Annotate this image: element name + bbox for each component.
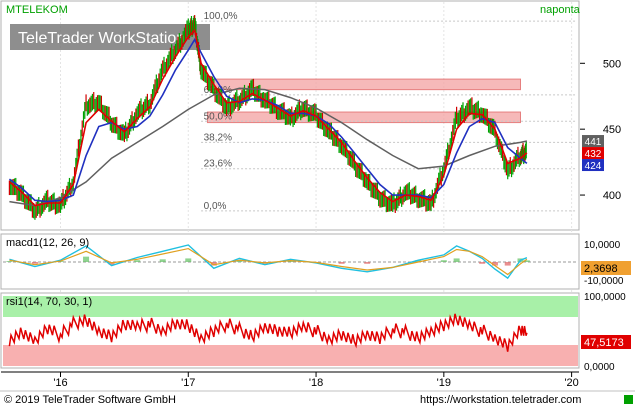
rsi-y-axis: 100,0000 0,0000 47,5173 [581,292,631,373]
macd-hist-bar [453,258,460,262]
macd-hist-bar [31,262,38,264]
fib-label: 23,6% [204,159,232,170]
macd-y-axis: 10,0000 -10,00002,3698 [581,240,631,287]
macd-hist-bar [83,256,90,262]
rsi-tick-label: 100,0000 [584,292,626,303]
last-value-label: 441 [585,137,602,148]
macd-hist-bar [364,262,371,264]
price-tick-label: 400 [603,190,621,202]
x-tick-label: '19 [437,377,451,389]
price-tick-label: 500 [603,58,621,70]
macd-hist-bar [159,259,166,262]
watermark-text: TeleTrader WorkStation [18,30,185,47]
rsi-title: rsi1(14, 70, 30, 1) [6,296,92,308]
brand-square-icon [624,395,633,404]
footer-url: https://workstation.teletrader.com [420,394,581,406]
x-tick-label: '18 [309,377,323,389]
period-label: naponta [540,4,581,16]
last-value-label: 424 [585,161,602,172]
macd-hist-bar [504,262,511,266]
macd-hist-bar [440,260,447,262]
x-axis: '16 '17 '18 '19 '20 [1,371,579,389]
macd-tick-label: -10,0000 [584,276,624,287]
macd-hist-bar [338,262,345,264]
macd-hist-bar [134,260,141,262]
rsi-tick-label: 0,0000 [584,362,615,373]
macd-hist-bar [185,258,192,262]
copyright-text: © 2019 TeleTrader Software GmbH [4,394,176,406]
fib-label: 38,2% [204,132,232,143]
x-tick-label: '20 [564,377,578,389]
macd-last-label: 2,3698 [584,263,618,275]
price-tick-label: 450 [603,124,621,136]
macd-hist-bar [6,261,13,262]
rsi-oversold-zone [3,345,578,366]
macd-title: macd1(12, 26, 9) [6,237,89,249]
rsi-last-label: 47,5173 [584,337,624,349]
last-value-tags: 441432424 [582,135,604,172]
chart-canvas: 100,0%61,8%50,0%38,2%23,6%0,0% TeleTrade… [0,0,635,406]
last-value-label: 432 [585,149,602,160]
x-tick-label: '17 [181,377,195,389]
x-tick-label: '16 [53,377,67,389]
macd-hist-bar [479,262,486,264]
price-y-axis: 400 450 500 [580,1,634,230]
symbol-label: MTELEKOM [6,4,68,16]
fib-label: 100,0% [204,11,238,22]
fib-label: 0,0% [204,201,227,212]
macd-tick-label: 10,0000 [584,240,621,251]
